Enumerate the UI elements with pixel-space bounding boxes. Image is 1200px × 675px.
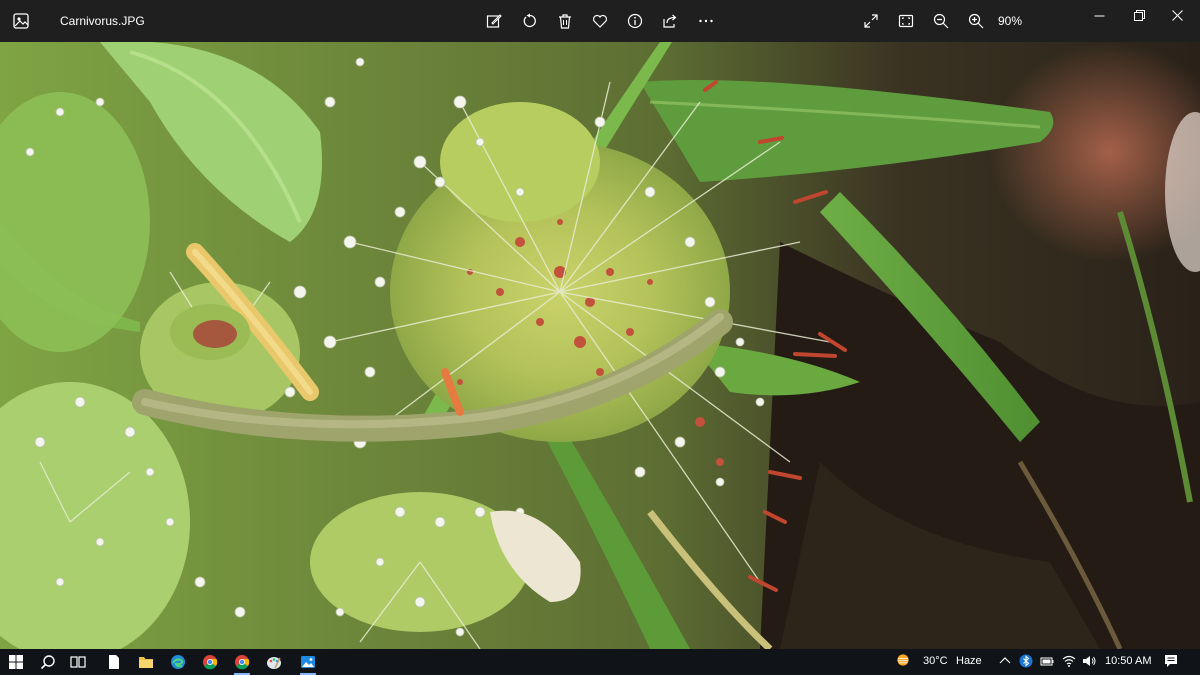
search-button[interactable] — [38, 652, 58, 672]
photos-app-icon — [12, 12, 30, 30]
fit-window-icon — [898, 14, 914, 28]
zoom-in-icon — [968, 13, 984, 29]
zoom-level[interactable]: 90% — [998, 14, 1022, 28]
zoom-out-icon — [933, 13, 949, 29]
taskbar-file[interactable] — [104, 652, 124, 672]
share-icon — [663, 14, 677, 28]
zoom-out-button[interactable] — [931, 11, 951, 31]
file-icon — [109, 655, 119, 669]
share-button[interactable] — [660, 11, 680, 31]
taskbar-chrome[interactable] — [200, 652, 220, 672]
notifications-icon[interactable] — [1164, 654, 1178, 668]
favorite-icon — [592, 14, 608, 28]
weather-icon[interactable] — [896, 653, 916, 671]
sundew-photo — [0, 42, 1200, 649]
volume-icon[interactable] — [1082, 654, 1096, 668]
bluetooth-icon[interactable] — [1019, 654, 1033, 668]
chrome-icon — [235, 655, 250, 670]
battery-icon[interactable] — [1040, 654, 1054, 668]
minimize-icon — [1094, 15, 1104, 16]
chrome-icon — [203, 655, 218, 670]
photo-viewer[interactable] — [0, 42, 1200, 649]
taskbar-photos[interactable] — [298, 652, 318, 675]
fullscreen-button[interactable] — [861, 11, 881, 31]
start-button[interactable] — [6, 652, 26, 672]
edit-icon — [486, 14, 502, 28]
wifi-icon[interactable] — [1062, 654, 1076, 668]
rotate-button[interactable] — [520, 11, 540, 31]
fullscreen-icon — [864, 14, 878, 28]
close-button[interactable] — [1154, 0, 1200, 30]
more-icon — [699, 19, 713, 23]
taskbar-edge[interactable] — [168, 652, 188, 672]
taskbar: 30°C Haze 10:50 AM — [0, 649, 1200, 675]
taskbar-chrome-2[interactable] — [232, 652, 252, 675]
delete-button[interactable] — [555, 11, 575, 31]
weather-condition[interactable]: Haze — [956, 655, 982, 667]
paint-icon — [267, 657, 281, 669]
weather-temperature[interactable]: 30°C — [923, 655, 948, 667]
file-explorer-icon — [139, 657, 153, 668]
edit-button[interactable] — [484, 11, 504, 31]
file-title: Carnivorus.JPG — [60, 14, 145, 28]
taskbar-file-explorer[interactable] — [136, 652, 156, 672]
windows-start-icon — [9, 655, 23, 669]
photos-icon — [301, 656, 315, 668]
title-bar: Carnivorus.JPG 90% — [0, 0, 1200, 42]
task-view-icon — [70, 656, 86, 668]
rotate-icon — [523, 13, 536, 28]
fit-window-button[interactable] — [896, 11, 916, 31]
show-hidden-icons-icon[interactable] — [998, 654, 1012, 668]
zoom-in-button[interactable] — [966, 11, 986, 31]
clock-time[interactable]: 10:50 AM — [1105, 655, 1151, 667]
search-icon — [40, 655, 55, 670]
favorite-button[interactable] — [590, 11, 610, 31]
info-button[interactable] — [625, 11, 645, 31]
task-view-button[interactable] — [68, 652, 88, 672]
close-icon — [1171, 9, 1183, 21]
edge-icon — [171, 655, 185, 669]
delete-icon — [559, 14, 571, 29]
taskbar-paint[interactable] — [264, 652, 284, 672]
restore-icon — [1133, 9, 1145, 21]
more-button[interactable] — [696, 11, 716, 31]
info-icon — [627, 13, 643, 29]
